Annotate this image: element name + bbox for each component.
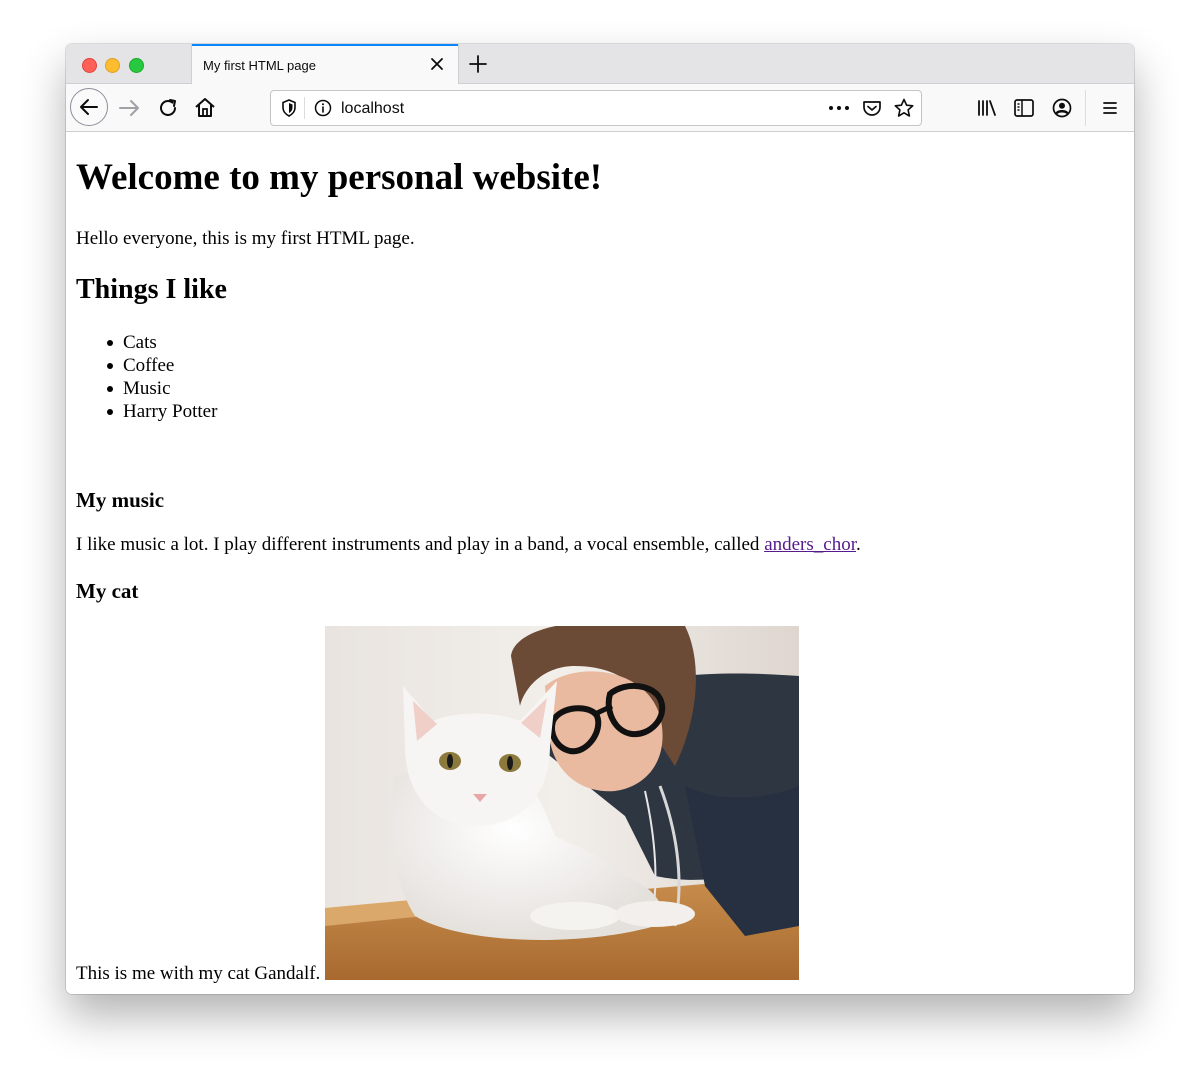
- browser-window: My first HTML page localhost Welcome to …: [66, 44, 1134, 994]
- navigation-toolbar: localhost: [66, 84, 1134, 132]
- forward-icon: [119, 100, 139, 116]
- likes-list: Cats Coffee Music Harry Potter: [76, 331, 217, 423]
- music-period: .: [856, 534, 861, 555]
- list-item: Coffee: [76, 354, 217, 377]
- close-tab-icon[interactable]: [428, 55, 446, 73]
- music-text: I like music a lot. I play different ins…: [76, 534, 765, 555]
- new-tab-plus-icon[interactable]: [468, 54, 488, 74]
- sidebar-button[interactable]: [1008, 92, 1040, 124]
- cat-heading: My cat: [76, 579, 139, 603]
- account-button[interactable]: [1046, 92, 1078, 124]
- page-content: Welcome to my personal website! Hello ev…: [66, 132, 1134, 994]
- list-item: Harry Potter: [76, 400, 217, 423]
- info-icon[interactable]: [313, 98, 333, 118]
- home-icon: [195, 98, 215, 117]
- pocket-icon[interactable]: [861, 98, 883, 118]
- star-icon[interactable]: [893, 97, 915, 119]
- reload-button[interactable]: [152, 92, 184, 124]
- zoom-window-button[interactable]: [129, 58, 144, 73]
- shield-icon[interactable]: [279, 98, 299, 118]
- likes-heading: Things I like: [76, 274, 227, 305]
- list-item: Music: [76, 377, 217, 400]
- home-button[interactable]: [189, 92, 221, 124]
- music-heading: My music: [76, 488, 165, 512]
- more-icon[interactable]: [827, 98, 851, 118]
- cat-photo: [325, 626, 799, 980]
- intro-paragraph: Hello everyone, this is my first HTML pa…: [76, 228, 415, 249]
- sidebar-icon: [1014, 99, 1034, 117]
- anders-chor-link[interactable]: anders_chor: [764, 534, 856, 555]
- cat-caption: This is me with my cat Gandalf.: [76, 963, 321, 984]
- list-item: Cats: [76, 331, 217, 354]
- tab-strip: My first HTML page: [66, 44, 1134, 84]
- url-text[interactable]: localhost: [341, 100, 404, 118]
- close-window-button[interactable]: [82, 58, 97, 73]
- library-icon: [978, 100, 996, 116]
- url-bar[interactable]: localhost: [270, 90, 922, 126]
- page-heading: Welcome to my personal website!: [76, 157, 603, 198]
- library-button[interactable]: [971, 92, 1003, 124]
- toolbar-separator: [1085, 90, 1086, 126]
- url-divider: [304, 97, 305, 119]
- minimize-window-button[interactable]: [105, 58, 120, 73]
- tab-accent-line: [192, 44, 458, 46]
- reload-icon: [160, 99, 176, 116]
- menu-button[interactable]: [1094, 92, 1126, 124]
- account-icon: [1052, 98, 1072, 118]
- back-button[interactable]: [70, 88, 108, 126]
- menu-icon: [1103, 102, 1117, 114]
- music-paragraph: I like music a lot. I play different ins…: [76, 533, 861, 557]
- tab-active[interactable]: My first HTML page: [191, 44, 459, 84]
- forward-button[interactable]: [114, 92, 146, 124]
- tab-title: My first HTML page: [203, 58, 316, 73]
- back-icon: [80, 99, 98, 115]
